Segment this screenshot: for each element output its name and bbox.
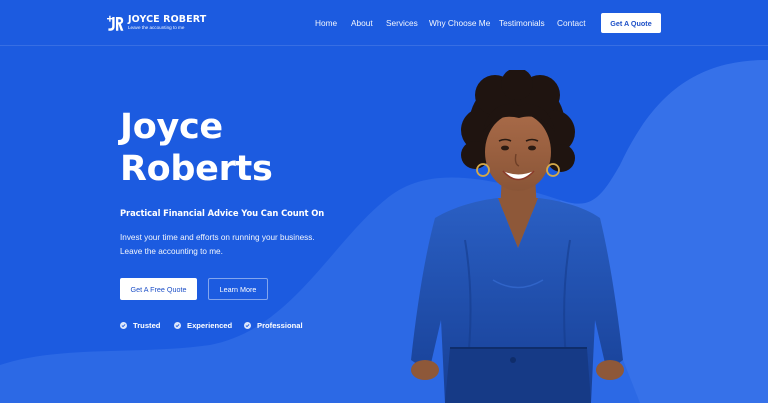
nav-item-contact[interactable]: Contact bbox=[557, 17, 586, 29]
brand-logo[interactable]: JOYCE ROBERT Leave the accounting to me bbox=[106, 13, 206, 33]
feature-item-experienced: Experienced bbox=[174, 319, 232, 331]
hero-title-first-name: Joyce bbox=[120, 107, 223, 147]
site-header: JOYCE ROBERT Leave the accounting to me … bbox=[0, 0, 768, 46]
brand-tagline: Leave the accounting to me bbox=[128, 25, 185, 31]
feature-label: Trusted bbox=[133, 320, 161, 330]
hero-description-line-1: Invest your time and efforts on running … bbox=[120, 233, 315, 242]
hero-subtitle: Practical Financial Advice You Can Count… bbox=[120, 208, 325, 218]
feature-item-professional: Professional bbox=[244, 319, 303, 331]
hero-title-last-name: Roberts bbox=[120, 149, 273, 189]
feature-label: Professional bbox=[257, 320, 303, 330]
nav-item-services[interactable]: Services bbox=[386, 17, 418, 29]
portrait-image bbox=[411, 70, 624, 403]
hero-description: Invest your time and efforts on running … bbox=[120, 231, 330, 259]
brand-name: JOYCE ROBERT bbox=[128, 14, 207, 26]
get-free-quote-button[interactable]: Get A Free Quote bbox=[120, 278, 197, 300]
nav-item-why-choose-me[interactable]: Why Choose Me bbox=[429, 17, 490, 29]
check-circle-icon bbox=[174, 321, 181, 329]
hero-title: Joyce Roberts bbox=[120, 106, 340, 190]
nav-item-home[interactable]: Home bbox=[315, 17, 337, 29]
nav-item-about[interactable]: About bbox=[351, 17, 373, 29]
nav-item-testimonials[interactable]: Testimonials bbox=[499, 17, 545, 29]
check-circle-icon bbox=[244, 321, 251, 329]
hero-description-line-2: Leave the accounting to me. bbox=[120, 247, 223, 256]
learn-more-button[interactable]: Learn More bbox=[208, 278, 268, 300]
check-circle-icon bbox=[120, 321, 127, 329]
feature-item-trusted: Trusted bbox=[120, 319, 160, 331]
background-waves bbox=[0, 60, 768, 403]
get-a-quote-button[interactable]: Get A Quote bbox=[601, 13, 661, 33]
jr-monogram-icon bbox=[107, 15, 124, 31]
feature-label: Experienced bbox=[187, 320, 233, 330]
